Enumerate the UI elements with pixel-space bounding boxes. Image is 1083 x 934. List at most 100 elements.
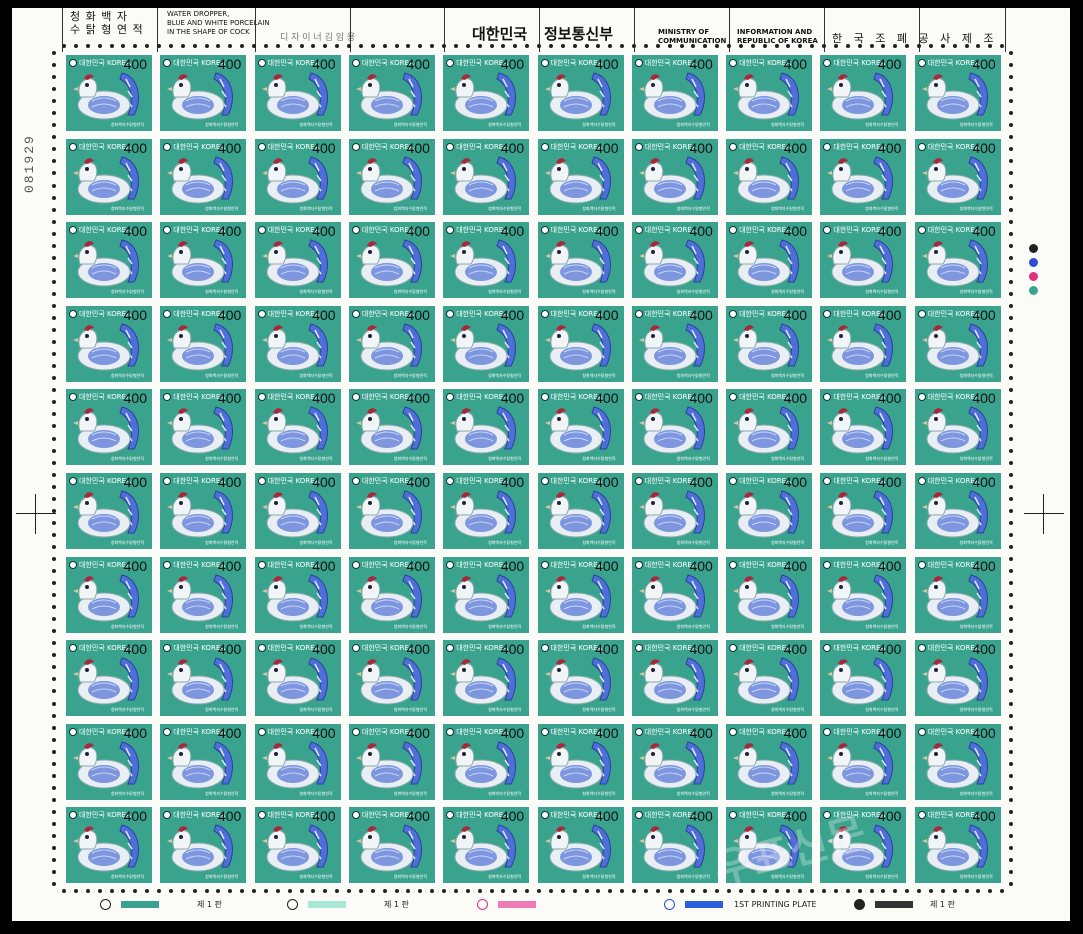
- perforation-hole: [52, 834, 56, 839]
- perforation-hole: [1009, 75, 1013, 80]
- stamp: 대한민국 KOREA 400 청화백자수탉형연적: [160, 389, 247, 466]
- perforation-hole: [52, 207, 56, 212]
- perforation-hole: [833, 44, 838, 48]
- perforation-hole: [940, 44, 945, 48]
- perforation-hole: [857, 44, 862, 48]
- taegeuk-icon: [257, 309, 266, 318]
- stamp: 대한민국 KOREA 400 청화백자수탉형연적: [914, 723, 1001, 800]
- left-perforation: [52, 51, 58, 887]
- perforation-hole: [513, 889, 518, 893]
- perforation-hole: [180, 889, 185, 893]
- perforation-hole: [489, 44, 494, 48]
- taegeuk-icon: [917, 142, 926, 151]
- perforation-hole: [537, 44, 541, 48]
- perforation-hole: [121, 44, 126, 48]
- stamp: 대한민국 KOREA 400 청화백자수탉형연적: [443, 473, 530, 549]
- perforation-hole: [109, 44, 114, 48]
- perforation-hole: [1009, 99, 1013, 104]
- taegeuk-icon: [917, 309, 926, 318]
- plate-circle-icon: [854, 898, 865, 910]
- stamp-caption: 청화백자수탉형연적: [488, 623, 522, 629]
- taegeuk-icon: [917, 477, 926, 485]
- perforation-hole: [1009, 123, 1013, 128]
- ministry-korean: 정보통신부: [544, 25, 614, 43]
- perforation-hole: [406, 44, 411, 48]
- taegeuk-icon: [446, 811, 455, 820]
- perforation-hole: [1009, 388, 1013, 393]
- perforation-hole: [632, 44, 636, 48]
- perforation-hole: [157, 44, 161, 48]
- taegeuk-icon: [729, 226, 738, 235]
- perforation-hole: [1009, 267, 1013, 272]
- stamp: 대한민국 KOREA 400 청화백자수탉형연적: [726, 640, 813, 717]
- stamp: 대한민국 KOREA 400 청화백자수탉형연적: [631, 556, 718, 633]
- perforation-hole: [52, 749, 56, 754]
- stamp-caption: 청화백자수탉형연적: [959, 623, 993, 629]
- taegeuk-icon: [69, 59, 77, 67]
- stamp: 대한민국 KOREA 400 청화백자수탉형연적: [631, 55, 718, 131]
- perforation-hole: [608, 44, 613, 48]
- stamp-caption: 청화백자수탉형연적: [299, 623, 333, 629]
- stamp-caption: 청화백자수탉형연적: [959, 540, 993, 545]
- taegeuk-icon: [917, 226, 926, 235]
- taegeuk-icon: [351, 59, 360, 67]
- perforation-hole: [952, 44, 957, 48]
- taegeuk-icon: [163, 477, 172, 485]
- perforation-hole: [52, 219, 56, 224]
- perforation-hole: [1009, 797, 1013, 802]
- footer-bar-5: [854, 896, 913, 912]
- stamp-caption: 청화백자수탉형연적: [582, 540, 616, 545]
- plate-circle-icon: [664, 898, 675, 910]
- stamp-caption: 청화백자수탉형연적: [299, 540, 333, 545]
- taegeuk-icon: [823, 644, 832, 653]
- stamp: 대한민국 KOREA 400 청화백자수탉형연적: [820, 138, 907, 215]
- stamp-caption: 청화백자수탉형연적: [393, 372, 427, 378]
- perforation-hole: [335, 889, 340, 893]
- stamp-caption: 청화백자수탉형연적: [488, 122, 522, 127]
- perforation-hole: [822, 889, 826, 893]
- perforation-hole: [323, 889, 328, 893]
- perforation-hole: [85, 44, 90, 48]
- color-dot: [1029, 286, 1038, 295]
- perforation-hole: [1009, 653, 1013, 658]
- stamp-caption: 청화백자수탉형연적: [299, 456, 333, 462]
- stamp: 대한민국 KOREA 400 청화백자수탉형연적: [820, 305, 907, 382]
- stamp: 대한민국 KOREA 400 청화백자수탉형연적: [537, 138, 624, 215]
- stamp: 대한민국 KOREA 400 청화백자수탉형연적: [726, 723, 813, 800]
- stamp: 대한민국 KOREA 400 청화백자수탉형연적: [348, 138, 435, 215]
- taegeuk-icon: [69, 477, 77, 485]
- stamp-caption: 청화백자수탉형연적: [582, 874, 616, 880]
- perforation-hole: [715, 889, 720, 893]
- stamp: 대한민국 KOREA 400 청화백자수탉형연적: [254, 222, 341, 299]
- stamp: 대한민국 KOREA 400 청화백자수탉형연적: [631, 138, 718, 215]
- perforation-hole: [869, 44, 874, 48]
- stamp-caption: 청화백자수탉형연적: [205, 540, 239, 545]
- taegeuk-icon: [351, 477, 360, 485]
- taegeuk-icon: [823, 727, 832, 736]
- perforation-hole: [52, 159, 56, 164]
- perforation-hole: [584, 889, 589, 893]
- taegeuk-icon: [446, 226, 455, 235]
- stamp: 대한민국 KOREA 400 청화백자수탉형연적: [443, 222, 530, 299]
- stamp: 대한민국 KOREA 400 청화백자수탉형연적: [160, 473, 247, 549]
- stamp: 대한민국 KOREA 400 청화백자수탉형연적: [348, 389, 435, 466]
- taegeuk-icon: [917, 644, 926, 653]
- perforation-hole: [192, 44, 197, 48]
- stamp-caption: 청화백자수탉형연적: [770, 372, 805, 378]
- perforation-hole: [263, 889, 268, 893]
- perforation-hole: [299, 44, 304, 48]
- perforation-hole: [1009, 328, 1013, 333]
- perforation-hole: [1009, 340, 1013, 345]
- perforation-hole: [1009, 424, 1013, 429]
- perforation-hole: [1009, 484, 1013, 489]
- perforation-hole: [489, 889, 494, 893]
- taegeuk-icon: [163, 226, 172, 235]
- taegeuk-icon: [634, 142, 643, 151]
- plate-label: 제 1 판: [197, 899, 222, 909]
- perforation-hole: [394, 44, 399, 48]
- taegeuk-icon: [257, 727, 266, 736]
- perforation-hole: [727, 44, 731, 48]
- taegeuk-icon: [729, 811, 738, 820]
- stamp-caption: 청화백자수탉형연적: [865, 707, 899, 713]
- stamp: 대한민국 KOREA 400 청화백자수탉형연적: [348, 222, 435, 299]
